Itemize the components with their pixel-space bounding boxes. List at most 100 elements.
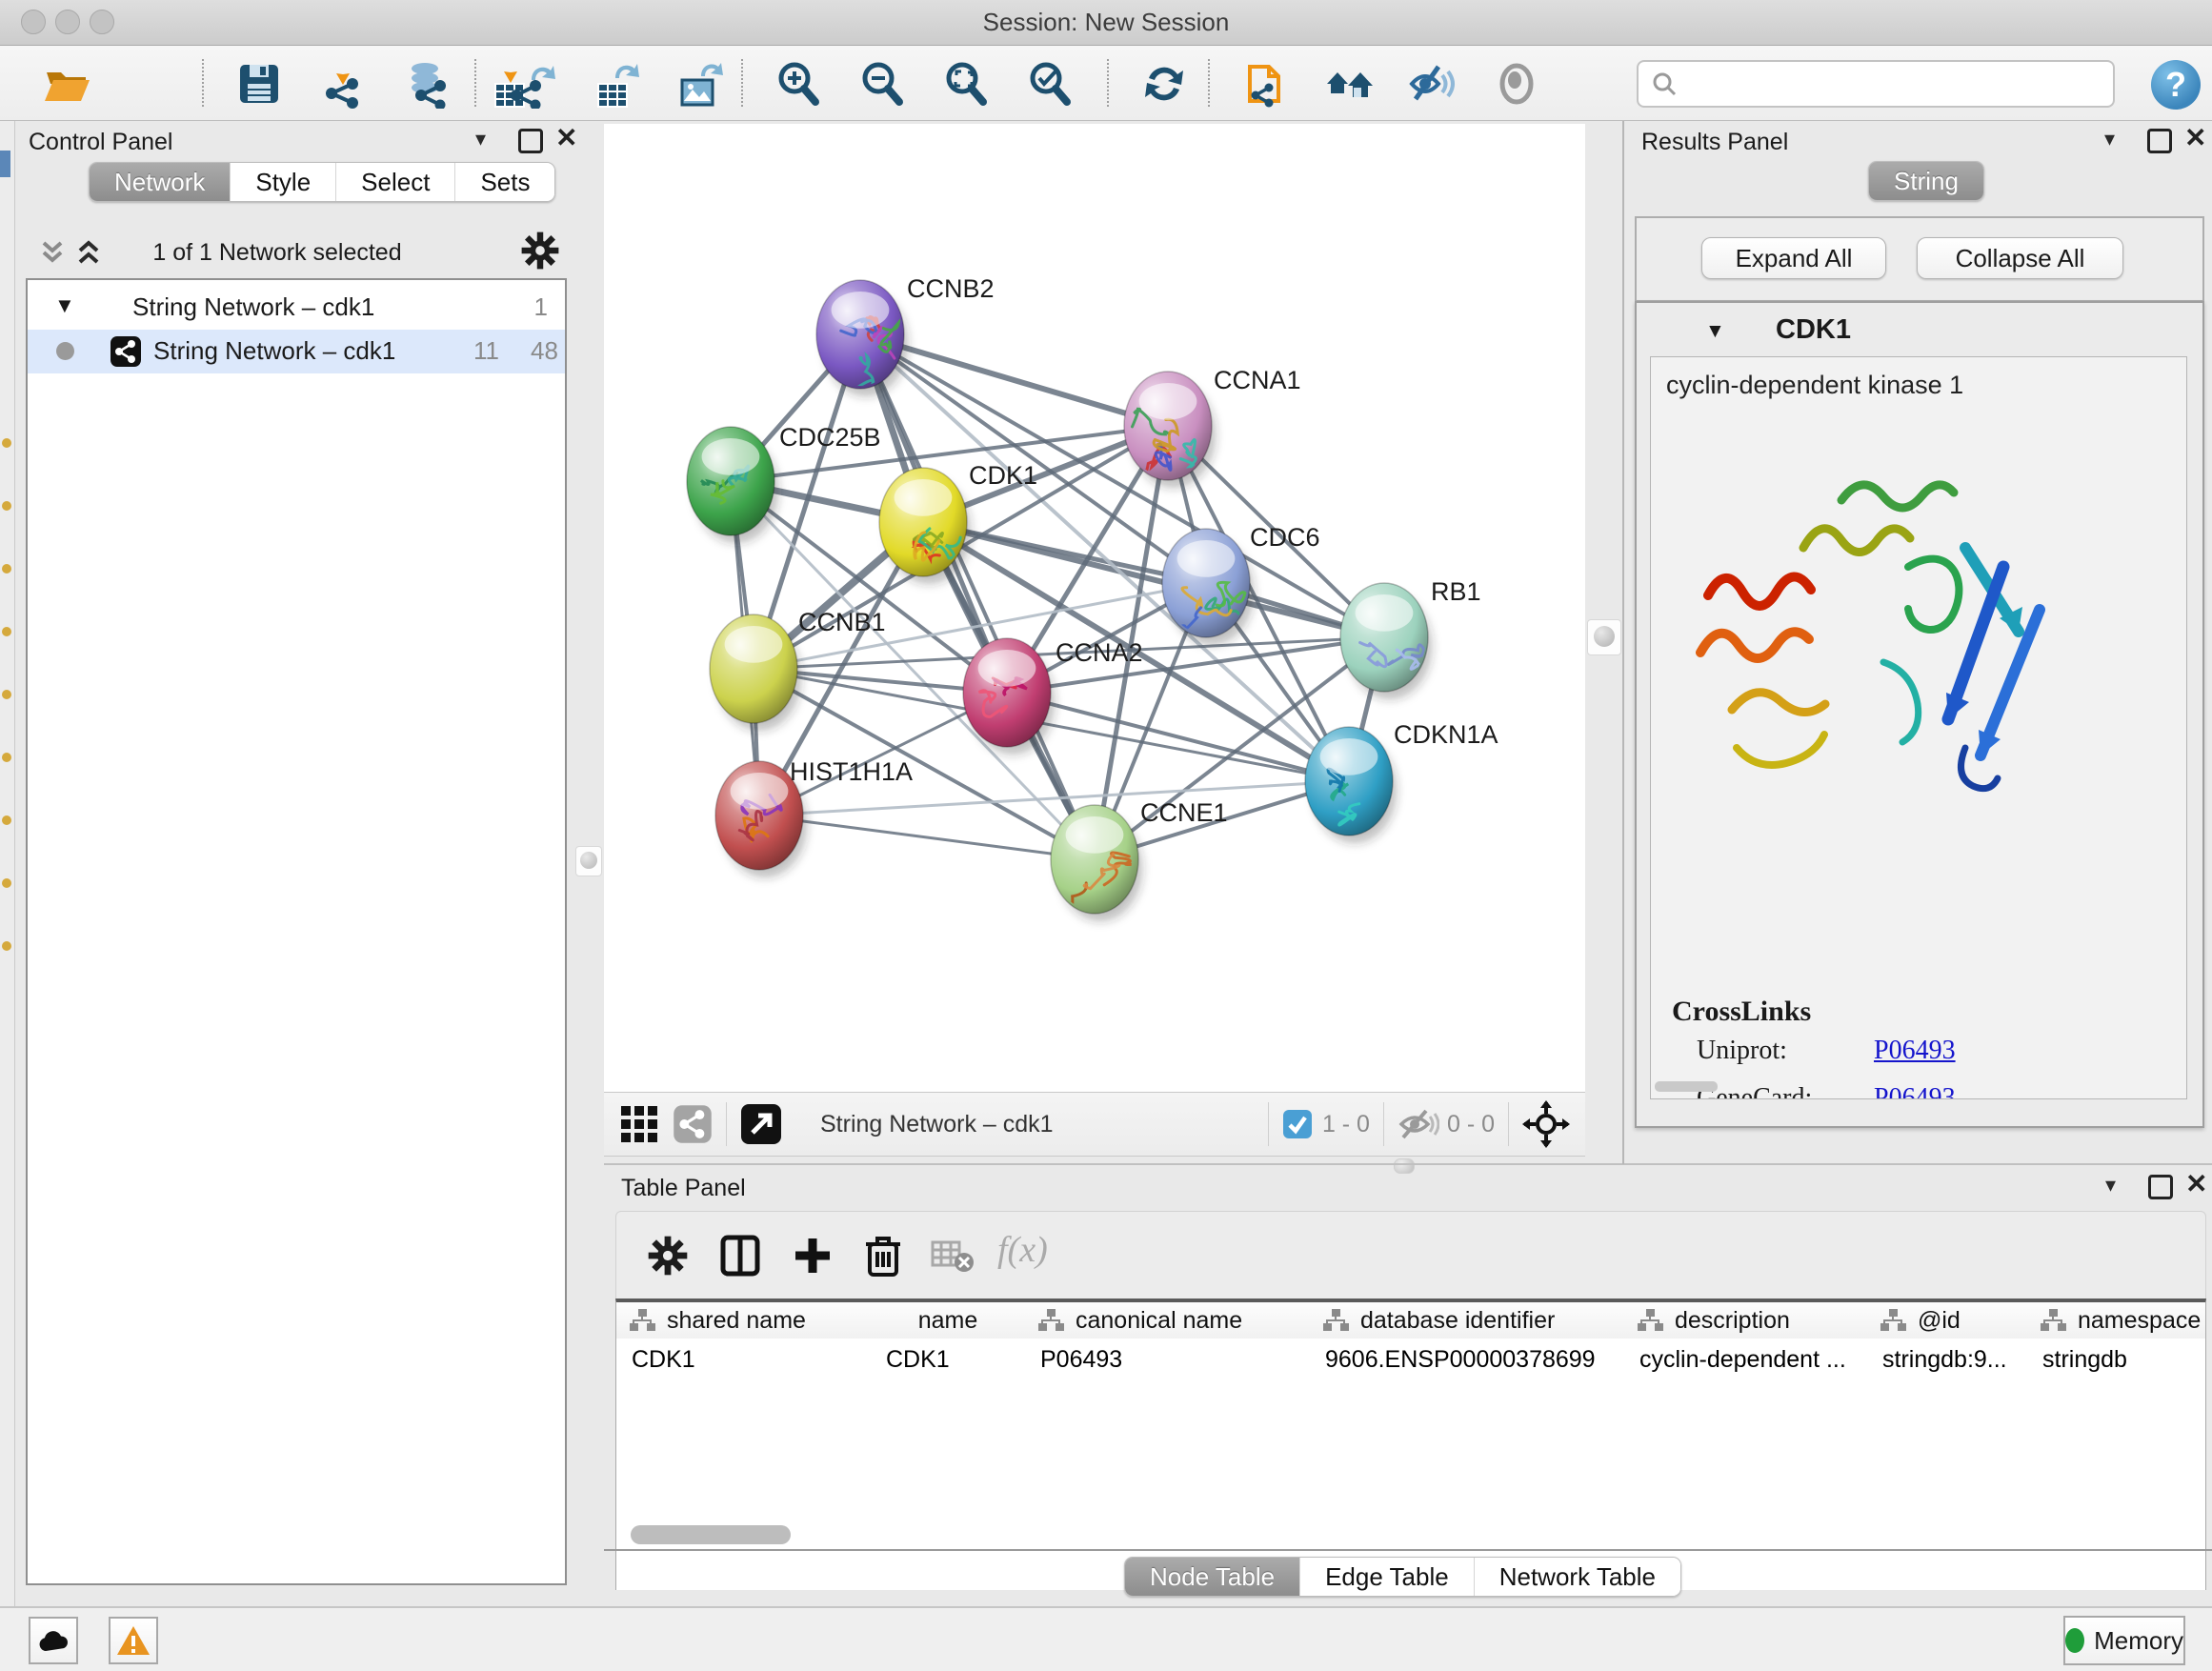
tab-network-table[interactable]: Network Table: [1474, 1558, 1680, 1596]
network-list-icon[interactable]: [673, 1104, 713, 1144]
column-header-namespace[interactable]: namespace: [2027, 1302, 2206, 1339]
save-session-button[interactable]: [232, 57, 286, 111]
gene-section: ▼ CDK1 cyclin-dependent kinase 1: [1635, 301, 2204, 1128]
expand-all-icon[interactable]: [74, 237, 103, 268]
network-row-selected[interactable]: String Network – cdk1 11 48: [28, 330, 565, 373]
node-label: CDC25B: [779, 423, 881, 452]
refresh-icon: [1139, 59, 1189, 109]
tab-select[interactable]: Select: [335, 163, 454, 201]
column-header-@id[interactable]: @id: [1867, 1302, 2028, 1339]
crosslink-row: Uniprot:P06493: [1697, 1036, 2173, 1066]
zoom-in-button[interactable]: [772, 57, 825, 111]
cloud-button[interactable]: [29, 1617, 78, 1664]
results-panel-tabs: String: [1868, 161, 1984, 201]
tab-style[interactable]: Style: [230, 163, 335, 201]
network-view: CCNB2CCNA1CDC25BCDK1CDC6RB1CCNB1CCNA2CDK…: [604, 124, 1585, 1092]
expand-all-button[interactable]: Expand All: [1701, 237, 1886, 279]
export-table-button[interactable]: [589, 57, 642, 111]
table-cell: cyclin-dependent ...: [1639, 1346, 1860, 1374]
node-CCNE1[interactable]: [1051, 805, 1142, 938]
shared-column-icon: [1638, 1309, 1663, 1332]
right-splitter-handle[interactable]: [1587, 619, 1621, 655]
node-CDC6[interactable]: [1162, 529, 1254, 645]
node-CDKN1A[interactable]: [1305, 727, 1397, 843]
close-panel-icon[interactable]: ✕: [2184, 129, 2206, 148]
left-splitter-handle[interactable]: [575, 846, 602, 876]
results-scrollbar-thumb[interactable]: [1655, 1081, 1718, 1092]
tab-sets[interactable]: Sets: [454, 163, 554, 201]
search-input[interactable]: [1686, 64, 2113, 104]
refresh-button[interactable]: [1137, 57, 1191, 111]
column-header-shared-name[interactable]: shared name: [616, 1302, 872, 1339]
float-panel-icon[interactable]: ▾: [2104, 127, 2115, 151]
warnings-button[interactable]: [109, 1617, 158, 1664]
collapse-all-icon[interactable]: [38, 237, 67, 268]
maximize-panel-icon[interactable]: [518, 129, 543, 153]
edge-dot: [2, 438, 11, 448]
toolbar-separator: [1208, 59, 1210, 107]
crosslink-value-link[interactable]: P06493: [1874, 1036, 1956, 1066]
zoom-fit-button[interactable]: [939, 57, 993, 111]
hide-glasses-button[interactable]: [1406, 57, 1459, 111]
memory-button[interactable]: Memory: [2063, 1616, 2185, 1665]
zoom-selected-button[interactable]: [1023, 57, 1076, 111]
node-CCNB1[interactable]: [710, 614, 801, 731]
node-CDK1[interactable]: [879, 468, 971, 584]
table-header-row: shared namename canonical name database …: [616, 1302, 2205, 1339]
table-hscrollbar-thumb[interactable]: [631, 1525, 791, 1544]
string-home-button[interactable]: [1322, 57, 1376, 111]
import-database-button[interactable]: [400, 57, 453, 111]
zoom-out-button[interactable]: [855, 57, 909, 111]
crosslink-value-link[interactable]: P06493: [1874, 1083, 1956, 1099]
network-collection-row[interactable]: ▼ String Network – cdk1 1: [28, 286, 565, 330]
string-document-button[interactable]: [1238, 57, 1292, 111]
node-CCNA1[interactable]: [1124, 372, 1216, 488]
column-header-canonical-name[interactable]: canonical name: [1025, 1302, 1311, 1339]
collapse-all-button[interactable]: Collapse All: [1917, 237, 2123, 279]
save-floppy-icon: [234, 59, 284, 109]
column-header-database-identifier[interactable]: database identifier: [1310, 1302, 1625, 1339]
table-gear-icon[interactable]: [647, 1235, 689, 1277]
results-panel: Results Panel ▾ ✕ String Expand All Coll…: [1622, 121, 2212, 1164]
float-panel-icon[interactable]: ▾: [475, 127, 486, 151]
float-panel-icon[interactable]: ▾: [2105, 1173, 2116, 1198]
open-session-button[interactable]: [40, 57, 93, 111]
network-edge-count: 48: [531, 336, 558, 366]
export-image-button[interactable]: [673, 57, 726, 111]
import-network-button[interactable]: [316, 57, 370, 111]
show-columns-icon[interactable]: [719, 1235, 761, 1277]
maximize-panel-icon[interactable]: [2148, 1175, 2173, 1199]
node-RB1[interactable]: [1340, 583, 1433, 699]
table-panel: Table Panel ▾ ✕ f(: [604, 1165, 2212, 1606]
table-tabs-divider: [604, 1549, 2212, 1551]
collection-expand-caret[interactable]: ▼: [54, 293, 75, 318]
network-options-gear-icon[interactable]: [520, 231, 560, 271]
selected-nodes-checkbox-icon[interactable]: [1282, 1109, 1313, 1139]
tab-string[interactable]: String: [1869, 162, 1983, 200]
close-panel-icon[interactable]: ✕: [555, 129, 577, 148]
delete-column-icon[interactable]: [862, 1233, 904, 1278]
column-header-name[interactable]: name: [871, 1302, 1026, 1339]
fit-content-crosshair-icon[interactable]: [1522, 1100, 1570, 1148]
window-title: Session: New Session: [0, 0, 2212, 45]
gene-expand-caret[interactable]: ▼: [1705, 320, 1725, 343]
search-box[interactable]: [1637, 60, 2115, 108]
maximize-panel-icon[interactable]: [2147, 129, 2172, 153]
help-button[interactable]: ?: [2151, 60, 2201, 110]
tab-network[interactable]: Network: [90, 163, 230, 201]
tab-edge-table[interactable]: Edge Table: [1299, 1558, 1474, 1596]
node-CCNB2[interactable]: [816, 280, 908, 396]
show-eye-button[interactable]: [1490, 57, 1543, 111]
tab-node-table[interactable]: Node Table: [1125, 1558, 1299, 1596]
crosslink-label: Uniprot:: [1697, 1036, 1874, 1066]
import-network-icon: [318, 59, 368, 109]
table-row[interactable]: CDK1CDK1P064939606.ENSP00000378699cyclin…: [616, 1340, 2205, 1379]
add-column-icon[interactable]: [792, 1235, 834, 1277]
grid-view-icon[interactable]: [619, 1104, 659, 1144]
node-label: CDKN1A: [1394, 720, 1498, 749]
network-canvas[interactable]: CCNB2CCNA1CDC25BCDK1CDC6RB1CCNB1CCNA2CDK…: [604, 124, 1585, 1092]
close-panel-icon[interactable]: ✕: [2185, 1175, 2207, 1194]
column-header-description[interactable]: description: [1624, 1302, 1868, 1339]
birdseye-view-icon[interactable]: [740, 1103, 782, 1145]
export-network-button[interactable]: [505, 57, 558, 111]
